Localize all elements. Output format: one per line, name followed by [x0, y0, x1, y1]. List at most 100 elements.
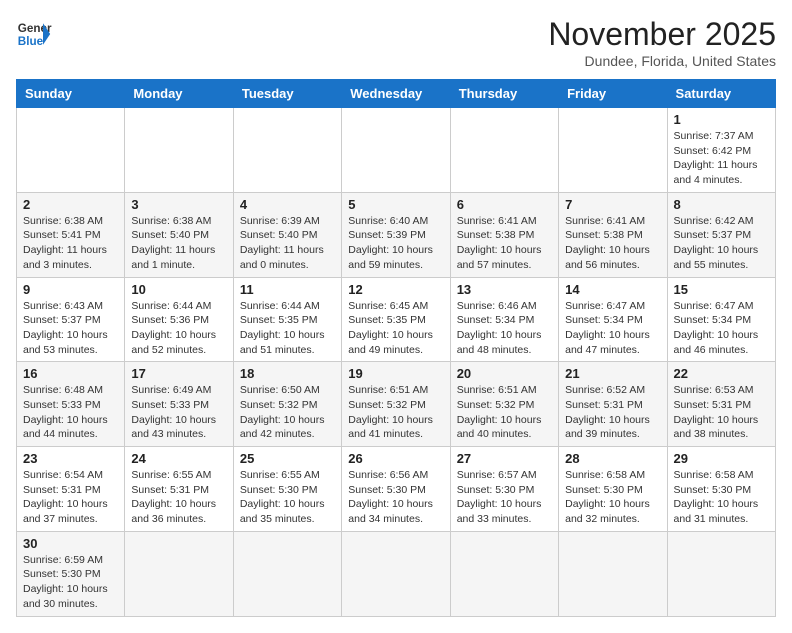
calendar-cell: 8Sunrise: 6:42 AM Sunset: 5:37 PM Daylig…	[667, 192, 775, 277]
weekday-header-monday: Monday	[125, 80, 233, 108]
calendar-cell: 11 Sunrise: 6:44 AM Sunset: 5:35 PM Dayli…	[233, 277, 341, 362]
weekday-header-friday: Friday	[559, 80, 667, 108]
day-number: 8	[674, 197, 769, 212]
calendar-cell: 9 Sunrise: 6:43 AM Sunset: 5:37 PM Daylig…	[17, 277, 125, 362]
calendar-cell	[342, 108, 450, 193]
calendar-cell	[342, 531, 450, 616]
day-number: 10	[131, 282, 226, 297]
calendar-cell: 20 Sunrise: 6:51 AM Sunset: 5:32 PM Dayli…	[450, 362, 558, 447]
day-info: Sunrise: 6:45 AM Sunset: 5:35 PM Dayligh…	[348, 299, 443, 358]
calendar-cell: 7Sunrise: 6:41 AM Sunset: 5:38 PM Daylig…	[559, 192, 667, 277]
day-number: 30	[23, 536, 118, 551]
calendar-cell: 25Sunrise: 6:55 AM Sunset: 5:30 PM Dayli…	[233, 447, 341, 532]
day-number: 21	[565, 366, 660, 381]
day-info: Sunrise: 6:40 AM Sunset: 5:39 PM Dayligh…	[348, 214, 443, 273]
day-number: 11	[240, 282, 335, 297]
calendar-cell: 18 Sunrise: 6:50 AM Sunset: 5:32 PM Dayli…	[233, 362, 341, 447]
day-info: Sunrise: 6:51 AM Sunset: 5:32 PM Dayligh…	[457, 383, 552, 442]
day-number: 19	[348, 366, 443, 381]
day-info: Sunrise: 6:44 AM Sunset: 5:35 PM Dayligh…	[240, 299, 335, 358]
day-info: Sunrise: 6:38 AM Sunset: 5:40 PM Dayligh…	[131, 214, 226, 273]
calendar-cell	[233, 108, 341, 193]
calendar-cell: 30 Sunrise: 6:59 AM Sunset: 5:30 PM Dayli…	[17, 531, 125, 616]
day-info: Sunrise: 6:44 AM Sunset: 5:36 PM Dayligh…	[131, 299, 226, 358]
day-number: 2	[23, 197, 118, 212]
calendar-cell: 10 Sunrise: 6:44 AM Sunset: 5:36 PM Dayli…	[125, 277, 233, 362]
calendar-cell: 17 Sunrise: 6:49 AM Sunset: 5:33 PM Dayli…	[125, 362, 233, 447]
calendar-cell: 23 Sunrise: 6:54 AM Sunset: 5:31 PM Dayli…	[17, 447, 125, 532]
day-info: Sunrise: 6:58 AM Sunset: 5:30 PM Dayligh…	[674, 468, 769, 527]
logo-icon: General Blue	[16, 16, 52, 52]
calendar-cell: 24 Sunrise: 6:55 AM Sunset: 5:31 PM Dayli…	[125, 447, 233, 532]
day-number: 3	[131, 197, 226, 212]
day-info: Sunrise: 6:41 AM Sunset: 5:38 PM Dayligh…	[565, 214, 660, 273]
calendar-cell	[125, 108, 233, 193]
weekday-header-tuesday: Tuesday	[233, 80, 341, 108]
calendar-week-6: 30 Sunrise: 6:59 AM Sunset: 5:30 PM Dayli…	[17, 531, 776, 616]
calendar-cell: 12 Sunrise: 6:45 AM Sunset: 5:35 PM Dayli…	[342, 277, 450, 362]
day-number: 27	[457, 451, 552, 466]
day-number: 23	[23, 451, 118, 466]
day-info: Sunrise: 6:43 AM Sunset: 5:37 PM Dayligh…	[23, 299, 118, 358]
day-number: 24	[131, 451, 226, 466]
calendar-cell: 22 Sunrise: 6:53 AM Sunset: 5:31 PM Dayli…	[667, 362, 775, 447]
calendar-cell: 3 Sunrise: 6:38 AM Sunset: 5:40 PM Daylig…	[125, 192, 233, 277]
calendar-cell: 16Sunrise: 6:48 AM Sunset: 5:33 PM Dayli…	[17, 362, 125, 447]
day-number: 9	[23, 282, 118, 297]
day-number: 28	[565, 451, 660, 466]
calendar-cell: 4 Sunrise: 6:39 AM Sunset: 5:40 PM Daylig…	[233, 192, 341, 277]
day-number: 15	[674, 282, 769, 297]
calendar-cell: 6 Sunrise: 6:41 AM Sunset: 5:38 PM Daylig…	[450, 192, 558, 277]
calendar-cell: 21 Sunrise: 6:52 AM Sunset: 5:31 PM Dayli…	[559, 362, 667, 447]
header: General Blue November 2025 Dundee, Flori…	[16, 16, 776, 69]
calendar-week-2: 2Sunrise: 6:38 AM Sunset: 5:41 PM Daylig…	[17, 192, 776, 277]
calendar: SundayMondayTuesdayWednesdayThursdayFrid…	[16, 79, 776, 617]
day-info: Sunrise: 6:59 AM Sunset: 5:30 PM Dayligh…	[23, 553, 118, 612]
weekday-header-row: SundayMondayTuesdayWednesdayThursdayFrid…	[17, 80, 776, 108]
svg-text:Blue: Blue	[18, 35, 44, 48]
calendar-cell: 13Sunrise: 6:46 AM Sunset: 5:34 PM Dayli…	[450, 277, 558, 362]
calendar-week-1: 1Sunrise: 7:37 AM Sunset: 6:42 PM Daylig…	[17, 108, 776, 193]
day-info: Sunrise: 6:41 AM Sunset: 5:38 PM Dayligh…	[457, 214, 552, 273]
day-number: 6	[457, 197, 552, 212]
calendar-cell	[233, 531, 341, 616]
weekday-header-thursday: Thursday	[450, 80, 558, 108]
day-info: Sunrise: 6:49 AM Sunset: 5:33 PM Dayligh…	[131, 383, 226, 442]
day-info: Sunrise: 6:57 AM Sunset: 5:30 PM Dayligh…	[457, 468, 552, 527]
day-number: 14	[565, 282, 660, 297]
calendar-cell	[125, 531, 233, 616]
day-info: Sunrise: 6:39 AM Sunset: 5:40 PM Dayligh…	[240, 214, 335, 273]
day-number: 25	[240, 451, 335, 466]
calendar-week-3: 9 Sunrise: 6:43 AM Sunset: 5:37 PM Daylig…	[17, 277, 776, 362]
calendar-cell: 14 Sunrise: 6:47 AM Sunset: 5:34 PM Dayli…	[559, 277, 667, 362]
month-title: November 2025	[548, 16, 776, 53]
day-number: 4	[240, 197, 335, 212]
day-info: Sunrise: 6:47 AM Sunset: 5:34 PM Dayligh…	[565, 299, 660, 358]
day-info: Sunrise: 6:55 AM Sunset: 5:31 PM Dayligh…	[131, 468, 226, 527]
calendar-cell	[559, 108, 667, 193]
calendar-cell: 2Sunrise: 6:38 AM Sunset: 5:41 PM Daylig…	[17, 192, 125, 277]
day-info: Sunrise: 6:54 AM Sunset: 5:31 PM Dayligh…	[23, 468, 118, 527]
day-info: Sunrise: 6:52 AM Sunset: 5:31 PM Dayligh…	[565, 383, 660, 442]
day-number: 1	[674, 112, 769, 127]
calendar-week-5: 23 Sunrise: 6:54 AM Sunset: 5:31 PM Dayli…	[17, 447, 776, 532]
day-info: Sunrise: 6:58 AM Sunset: 5:30 PM Dayligh…	[565, 468, 660, 527]
day-number: 20	[457, 366, 552, 381]
calendar-cell	[559, 531, 667, 616]
day-number: 18	[240, 366, 335, 381]
day-number: 26	[348, 451, 443, 466]
day-number: 17	[131, 366, 226, 381]
day-number: 29	[674, 451, 769, 466]
day-info: Sunrise: 6:50 AM Sunset: 5:32 PM Dayligh…	[240, 383, 335, 442]
day-info: Sunrise: 6:56 AM Sunset: 5:30 PM Dayligh…	[348, 468, 443, 527]
day-info: Sunrise: 6:47 AM Sunset: 5:34 PM Dayligh…	[674, 299, 769, 358]
day-info: Sunrise: 6:53 AM Sunset: 5:31 PM Dayligh…	[674, 383, 769, 442]
day-number: 22	[674, 366, 769, 381]
day-info: Sunrise: 6:46 AM Sunset: 5:34 PM Dayligh…	[457, 299, 552, 358]
calendar-cell	[17, 108, 125, 193]
day-info: Sunrise: 6:51 AM Sunset: 5:32 PM Dayligh…	[348, 383, 443, 442]
title-area: November 2025 Dundee, Florida, United St…	[548, 16, 776, 69]
day-number: 12	[348, 282, 443, 297]
calendar-cell: 29 Sunrise: 6:58 AM Sunset: 5:30 PM Dayli…	[667, 447, 775, 532]
calendar-cell: 15 Sunrise: 6:47 AM Sunset: 5:34 PM Dayli…	[667, 277, 775, 362]
